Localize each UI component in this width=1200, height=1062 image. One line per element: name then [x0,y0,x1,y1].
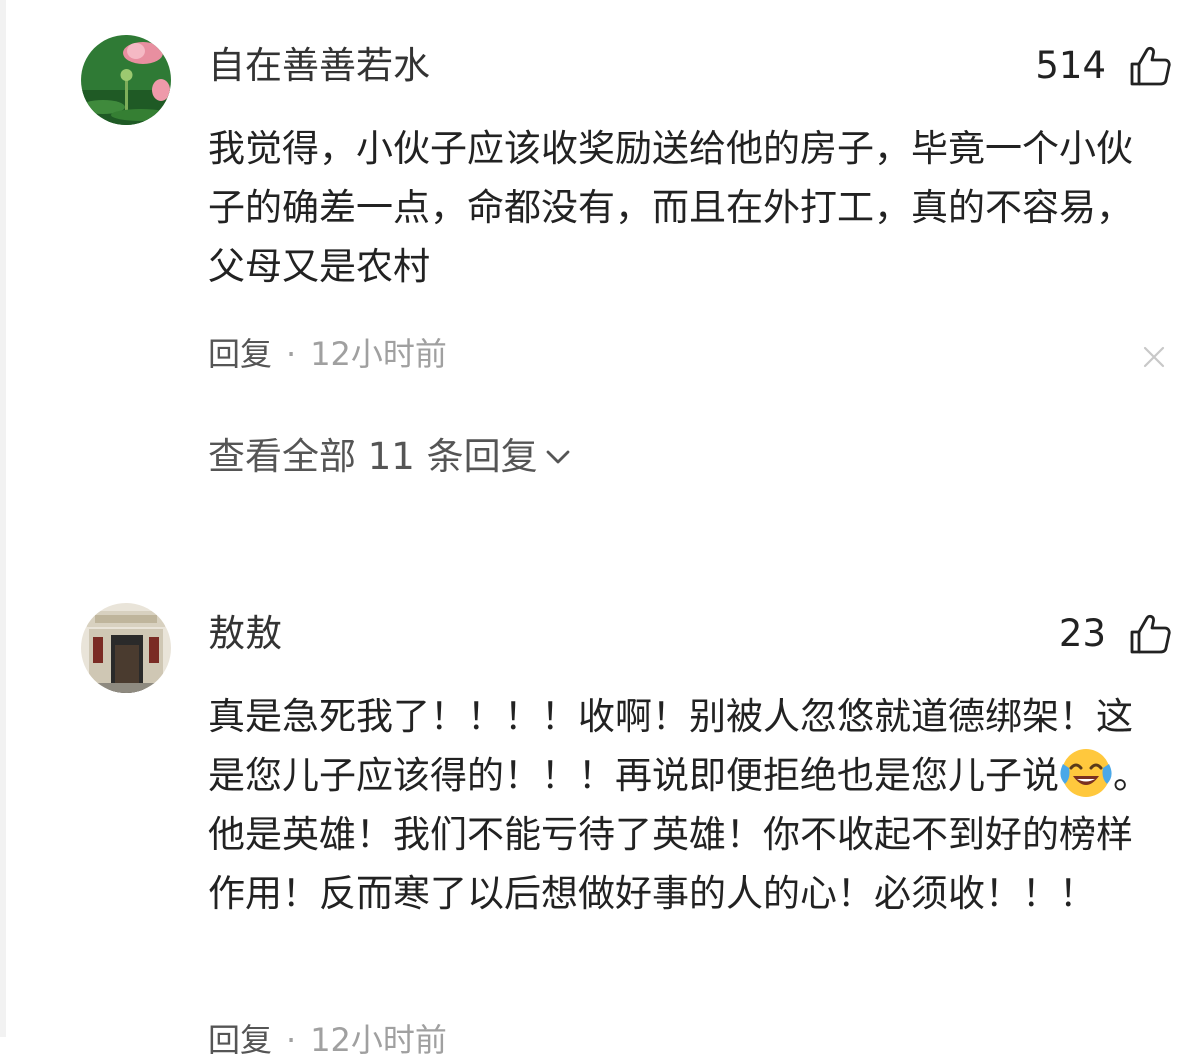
reply-button[interactable]: 回复 [208,1021,272,1059]
comment-meta: 回复 · 12小时前 [208,332,447,376]
avatar-lotus-image [81,35,171,125]
view-all-replies-button[interactable]: 查看全部 11 条回复 [208,433,572,481]
chevron-down-icon [546,450,570,464]
timestamp: 12小时前 [310,1021,447,1059]
username[interactable]: 自在善善若水 [208,42,430,90]
comment-text-part: 真是急死我了！！！！收啊！别被人忽悠就道德绑架！这是您儿子应该得的！！！再说即便… [208,695,1133,797]
avatar-doorway-image [81,603,171,693]
comment-text: 我觉得，小伙子应该收奖励送给他的房子，毕竟一个小伙子的确差一点，命都没有，而且在… [208,127,1133,288]
laughing-crying-emoji-icon [1060,749,1112,797]
page-left-edge [0,0,6,1037]
timestamp: 12小时前 [310,335,447,373]
like-group[interactable]: 514 [1035,42,1172,90]
thumbs-up-icon[interactable] [1128,612,1172,656]
like-count: 514 [1035,44,1106,87]
like-group[interactable]: 23 [1059,610,1172,658]
username[interactable]: 敖敖 [208,610,282,658]
thumbs-up-icon[interactable] [1128,44,1172,88]
close-icon[interactable] [1142,345,1166,369]
like-count: 23 [1058,612,1106,655]
comment-meta: 回复 · 12小时前 [208,1018,447,1062]
reply-button[interactable]: 回复 [208,335,272,373]
meta-separator: · [286,335,297,373]
view-all-replies-label: 查看全部 11 条回复 [208,435,538,478]
avatar[interactable] [81,35,171,125]
avatar[interactable] [81,603,171,693]
comment-text: 真是急死我了！！！！收啊！别被人忽悠就道德绑架！这是您儿子应该得的！！！再说即便… [208,687,1168,923]
meta-separator: · [286,1021,297,1059]
